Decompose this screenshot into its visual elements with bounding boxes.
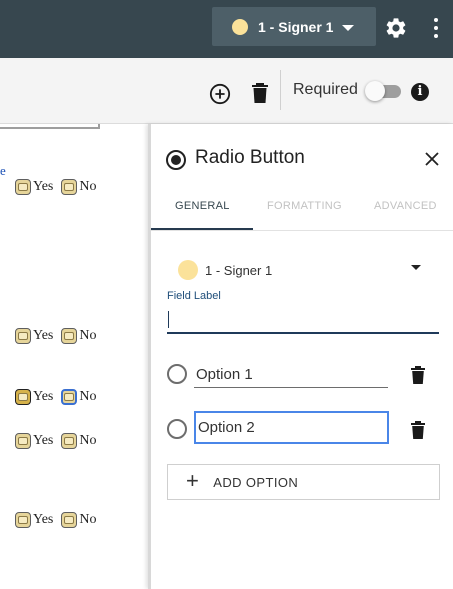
add-option-button[interactable]: + ADD OPTION xyxy=(167,464,440,500)
radio-button-icon xyxy=(166,150,186,170)
signer-selector-label: 1 - Signer 1 xyxy=(258,18,334,35)
active-tab-indicator xyxy=(151,228,253,230)
toolbar-divider xyxy=(280,70,281,110)
tab-advanced[interactable]: ADVANCED xyxy=(374,200,437,212)
document-radio-row: Yes No xyxy=(15,512,105,528)
option-2-input[interactable] xyxy=(194,411,389,444)
text-cursor xyxy=(168,311,169,328)
field-label-input[interactable] xyxy=(167,306,439,334)
signer-assign-value: 1 - Signer 1 xyxy=(205,262,273,278)
document-page-edge xyxy=(0,124,100,129)
gear-icon[interactable] xyxy=(384,16,408,40)
app-header: 1 - Signer 1 xyxy=(0,0,453,58)
radio-no-label: No xyxy=(79,328,97,343)
document-radio-no[interactable] xyxy=(61,179,78,195)
document-radio-no[interactable] xyxy=(61,389,78,405)
close-icon[interactable] xyxy=(423,150,441,168)
document-radio-yes[interactable] xyxy=(15,328,31,344)
document-radio-yes[interactable] xyxy=(15,433,31,449)
panel-title: Radio Button xyxy=(195,147,305,168)
field-label-caption: Field Label xyxy=(167,290,221,302)
field-properties-panel xyxy=(148,124,453,589)
radio-yes-label: Yes xyxy=(33,179,54,194)
radio-yes-label: Yes xyxy=(33,433,54,448)
signer-color-dot xyxy=(178,260,198,280)
trash-icon[interactable] xyxy=(411,366,425,384)
option-1-input[interactable] xyxy=(194,362,388,388)
document-radio-yes[interactable] xyxy=(15,512,31,528)
trash-icon[interactable] xyxy=(411,421,425,439)
toggle-knob xyxy=(365,81,385,101)
document-radio-yes[interactable] xyxy=(15,179,31,195)
chevron-down-icon[interactable] xyxy=(411,265,421,270)
document-radio-row: Yes No xyxy=(15,433,105,449)
radio-no-label: No xyxy=(79,512,97,527)
radio-yes-label: Yes xyxy=(33,389,54,404)
radio-yes-label: Yes xyxy=(33,328,54,343)
option-radio[interactable] xyxy=(167,364,187,384)
document-radio-row: Yes No xyxy=(15,389,105,405)
document-radio-yes[interactable] xyxy=(15,389,31,405)
tabs-divider xyxy=(151,230,453,231)
radio-no-label: No xyxy=(79,433,97,448)
required-label: Required xyxy=(293,81,358,98)
more-options-icon[interactable] xyxy=(430,16,442,40)
option-radio[interactable] xyxy=(167,419,187,439)
document-radio-row: Yes No xyxy=(15,179,105,195)
tab-general[interactable]: GENERAL xyxy=(175,200,230,212)
document-radio-no[interactable] xyxy=(61,433,78,449)
plus-icon: + xyxy=(186,468,200,493)
signer-selector-button[interactable]: 1 - Signer 1 xyxy=(212,7,376,46)
signer-color-dot xyxy=(232,18,248,35)
document-radio-no[interactable] xyxy=(61,328,78,344)
signer-assign-select[interactable]: 1 - Signer 1 xyxy=(178,259,428,281)
info-icon[interactable]: i xyxy=(411,83,429,101)
radio-no-label: No xyxy=(79,179,97,194)
radio-no-label: No xyxy=(79,389,97,404)
radio-yes-label: Yes xyxy=(33,512,54,527)
tab-formatting[interactable]: FORMATTING xyxy=(267,200,342,212)
add-option-label: ADD OPTION xyxy=(213,474,299,490)
chevron-down-icon xyxy=(342,24,355,31)
required-toggle[interactable] xyxy=(365,81,401,101)
trash-icon[interactable] xyxy=(252,83,268,103)
document-radio-row: Yes No xyxy=(15,328,105,344)
add-circle-icon[interactable] xyxy=(209,83,231,105)
document-text-fragment: e xyxy=(0,163,6,178)
document-radio-no[interactable] xyxy=(61,512,78,528)
